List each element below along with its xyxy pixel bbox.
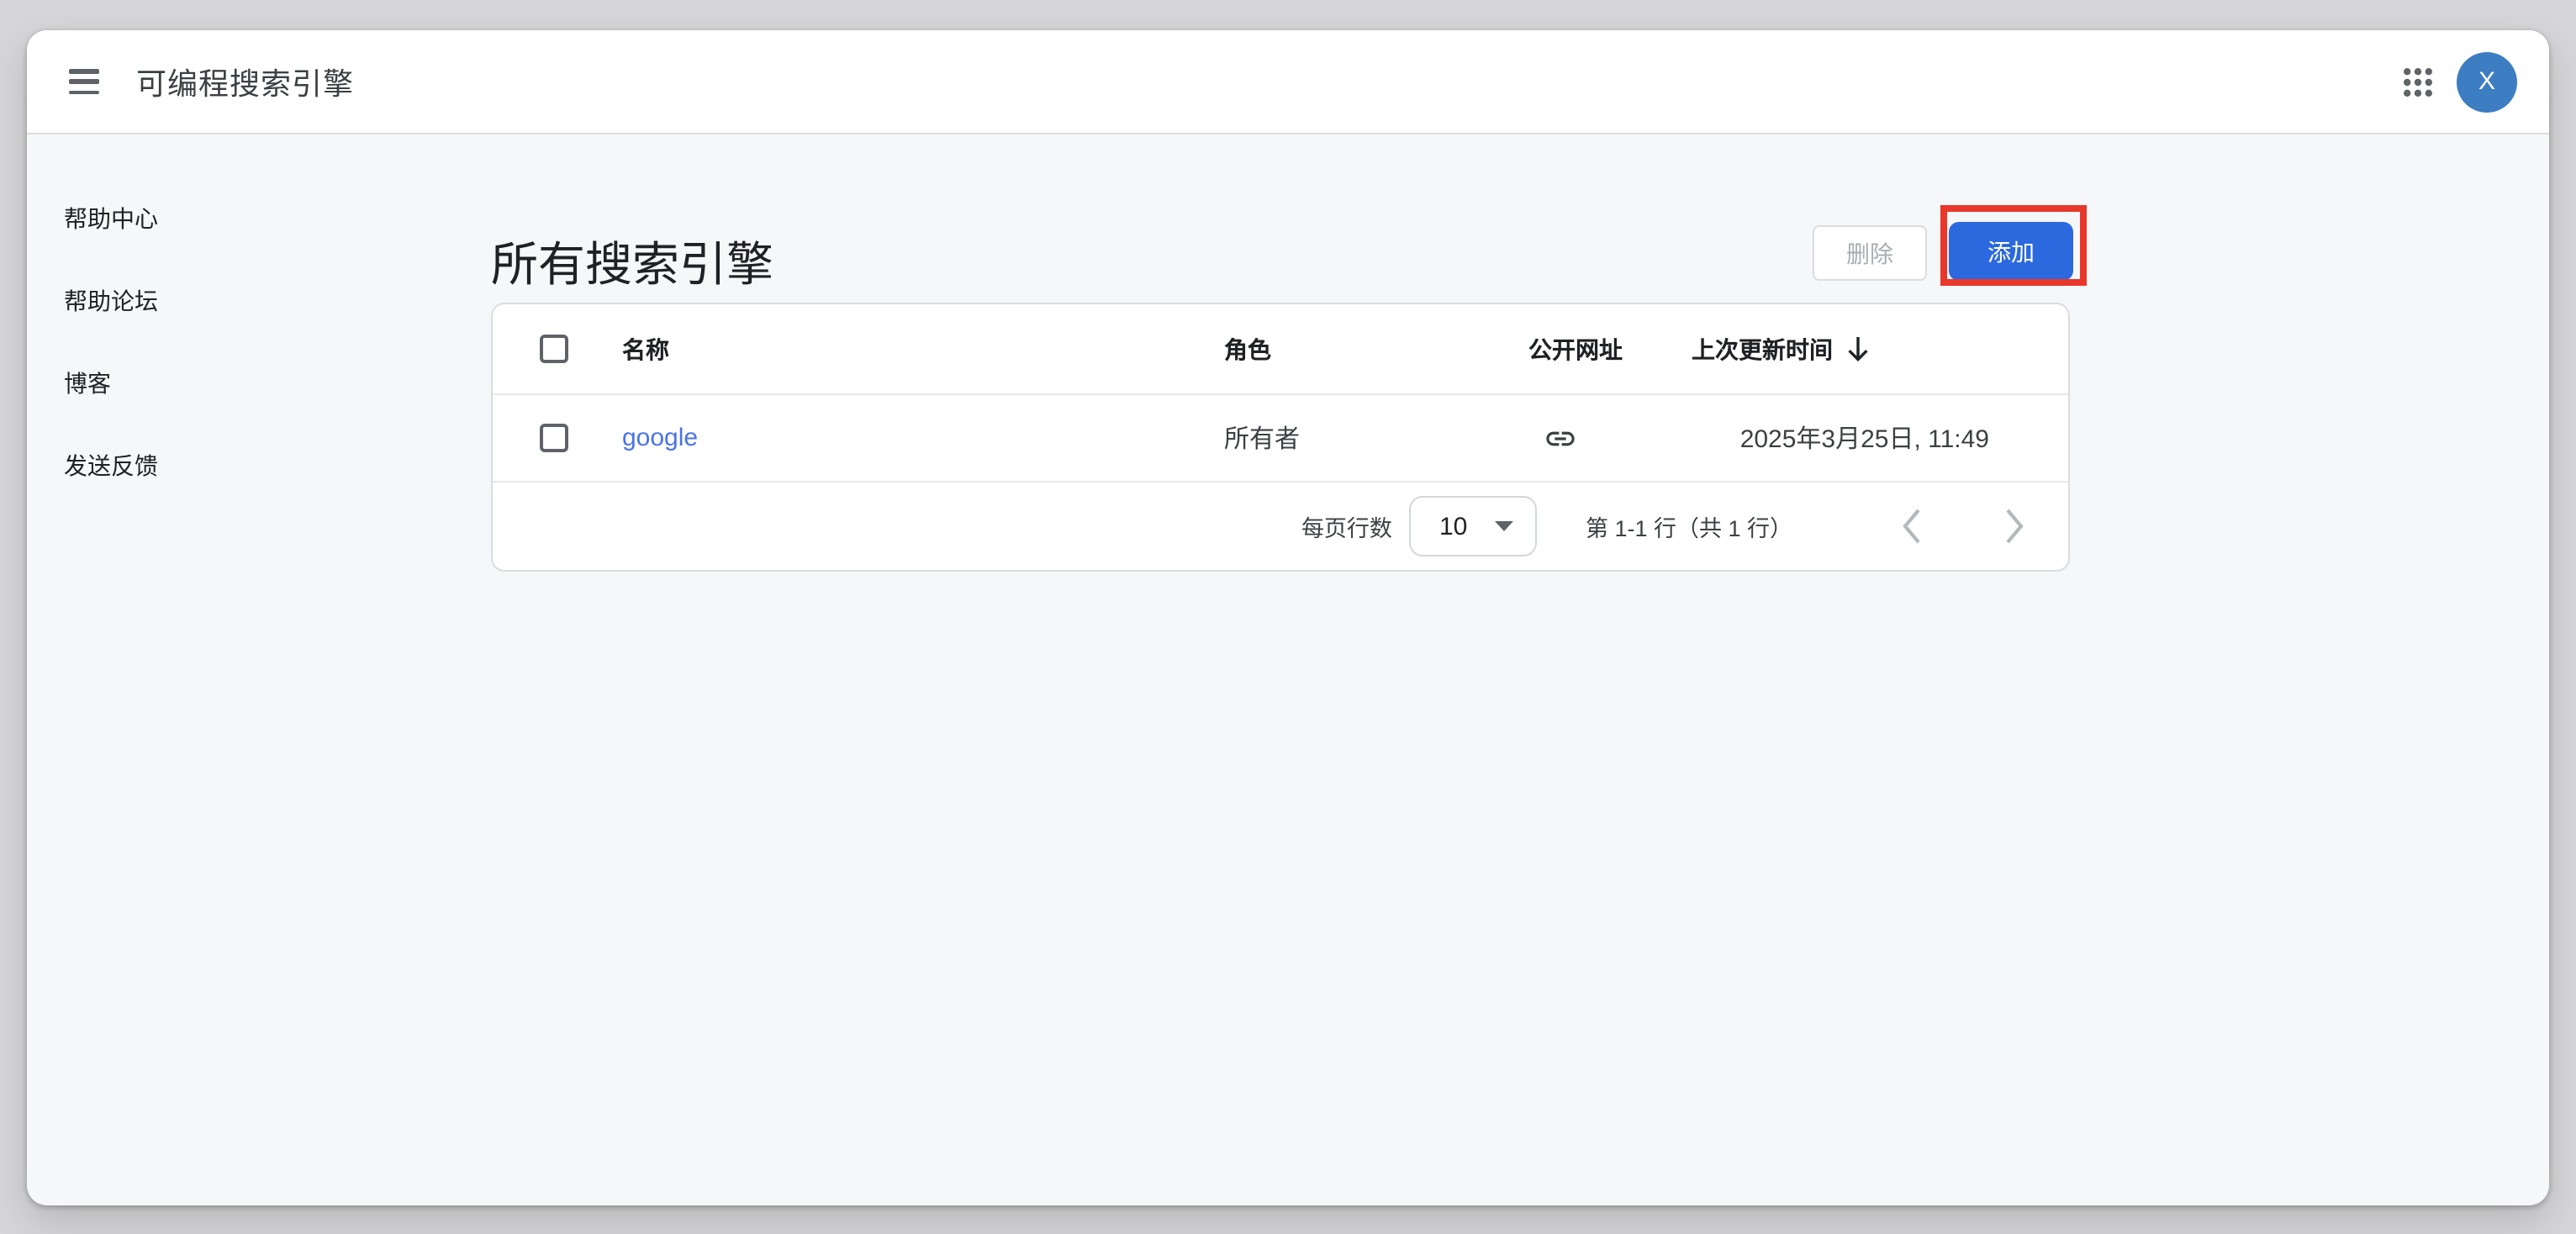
sidebar-item-help-forum[interactable]: 帮助论坛: [27, 284, 464, 318]
table-pagination: 每页行数 10 第 1-1 行（共 1 行）: [493, 483, 2068, 570]
topbar-right: X: [2403, 51, 2549, 112]
next-page-button[interactable]: [1996, 504, 2033, 548]
pagination-range-text: 第 1-1 行（共 1 行）: [1586, 509, 1792, 543]
engine-public-url-cell: [1528, 421, 1692, 455]
app-title: 可编程搜索引擎: [136, 60, 354, 103]
chevron-left-icon: [1900, 504, 1924, 548]
header-checkbox-cell: [493, 335, 622, 363]
engine-name-link[interactable]: google: [622, 423, 698, 451]
engine-name-cell: google: [622, 423, 1224, 453]
content: 帮助中心 帮助论坛 博客 发送反馈 所有搜索引擎 删除 添加 名称 角色 公开网…: [27, 134, 2549, 1205]
rows-per-page-label: 每页行数: [1301, 509, 1392, 543]
column-header-public-url: 公开网址: [1528, 332, 1692, 366]
rows-per-page-value: 10: [1439, 512, 1467, 541]
sort-descending-icon: [1846, 335, 1870, 363]
previous-page-button[interactable]: [1893, 504, 1930, 548]
column-header-name: 名称: [622, 332, 1224, 366]
engine-last-updated-cell: 2025年3月25日, 11:49: [1692, 420, 2068, 456]
apps-grid-icon[interactable]: [2403, 66, 2433, 97]
row-checkbox-cell: [493, 424, 622, 452]
engine-role-cell: 所有者: [1224, 420, 1528, 456]
search-engines-table: 名称 角色 公开网址 上次更新时间: [491, 303, 2070, 572]
sidebar-item-help-center[interactable]: 帮助中心: [27, 202, 464, 235]
rows-per-page-select[interactable]: 10: [1409, 496, 1537, 556]
chevron-right-icon: [2003, 504, 2026, 548]
column-header-last-updated-label: 上次更新时间: [1692, 332, 1833, 366]
avatar[interactable]: X: [2457, 51, 2517, 112]
row-checkbox[interactable]: [540, 424, 568, 452]
page-title: 所有搜索引擎: [491, 240, 773, 291]
page: 可编程搜索引擎 X 帮助中心 帮助论坛 博客 发送反馈: [0, 0, 2576, 1234]
link-icon[interactable]: [1544, 421, 1577, 455]
caret-down-icon: [1495, 521, 1513, 531]
sidebar-item-blog[interactable]: 博客: [27, 367, 464, 400]
sidebar: 帮助中心 帮助论坛 博客 发送反馈: [27, 134, 464, 531]
column-header-last-updated[interactable]: 上次更新时间: [1692, 332, 2068, 366]
table-row: google 所有者 2025年3月25日, 11:49: [493, 395, 2068, 483]
topbar: 可编程搜索引擎 X: [27, 30, 2549, 134]
select-all-checkbox[interactable]: [540, 335, 568, 363]
delete-button[interactable]: 删除: [1813, 225, 1927, 281]
sidebar-item-send-feedback[interactable]: 发送反馈: [27, 449, 464, 483]
menu-icon[interactable]: [69, 69, 99, 94]
add-button[interactable]: 添加: [1949, 222, 2073, 281]
table-header-row: 名称 角色 公开网址 上次更新时间: [493, 304, 2068, 395]
column-header-role: 角色: [1224, 332, 1528, 366]
app-window: 可编程搜索引擎 X 帮助中心 帮助论坛 博客 发送反馈: [27, 30, 2549, 1205]
